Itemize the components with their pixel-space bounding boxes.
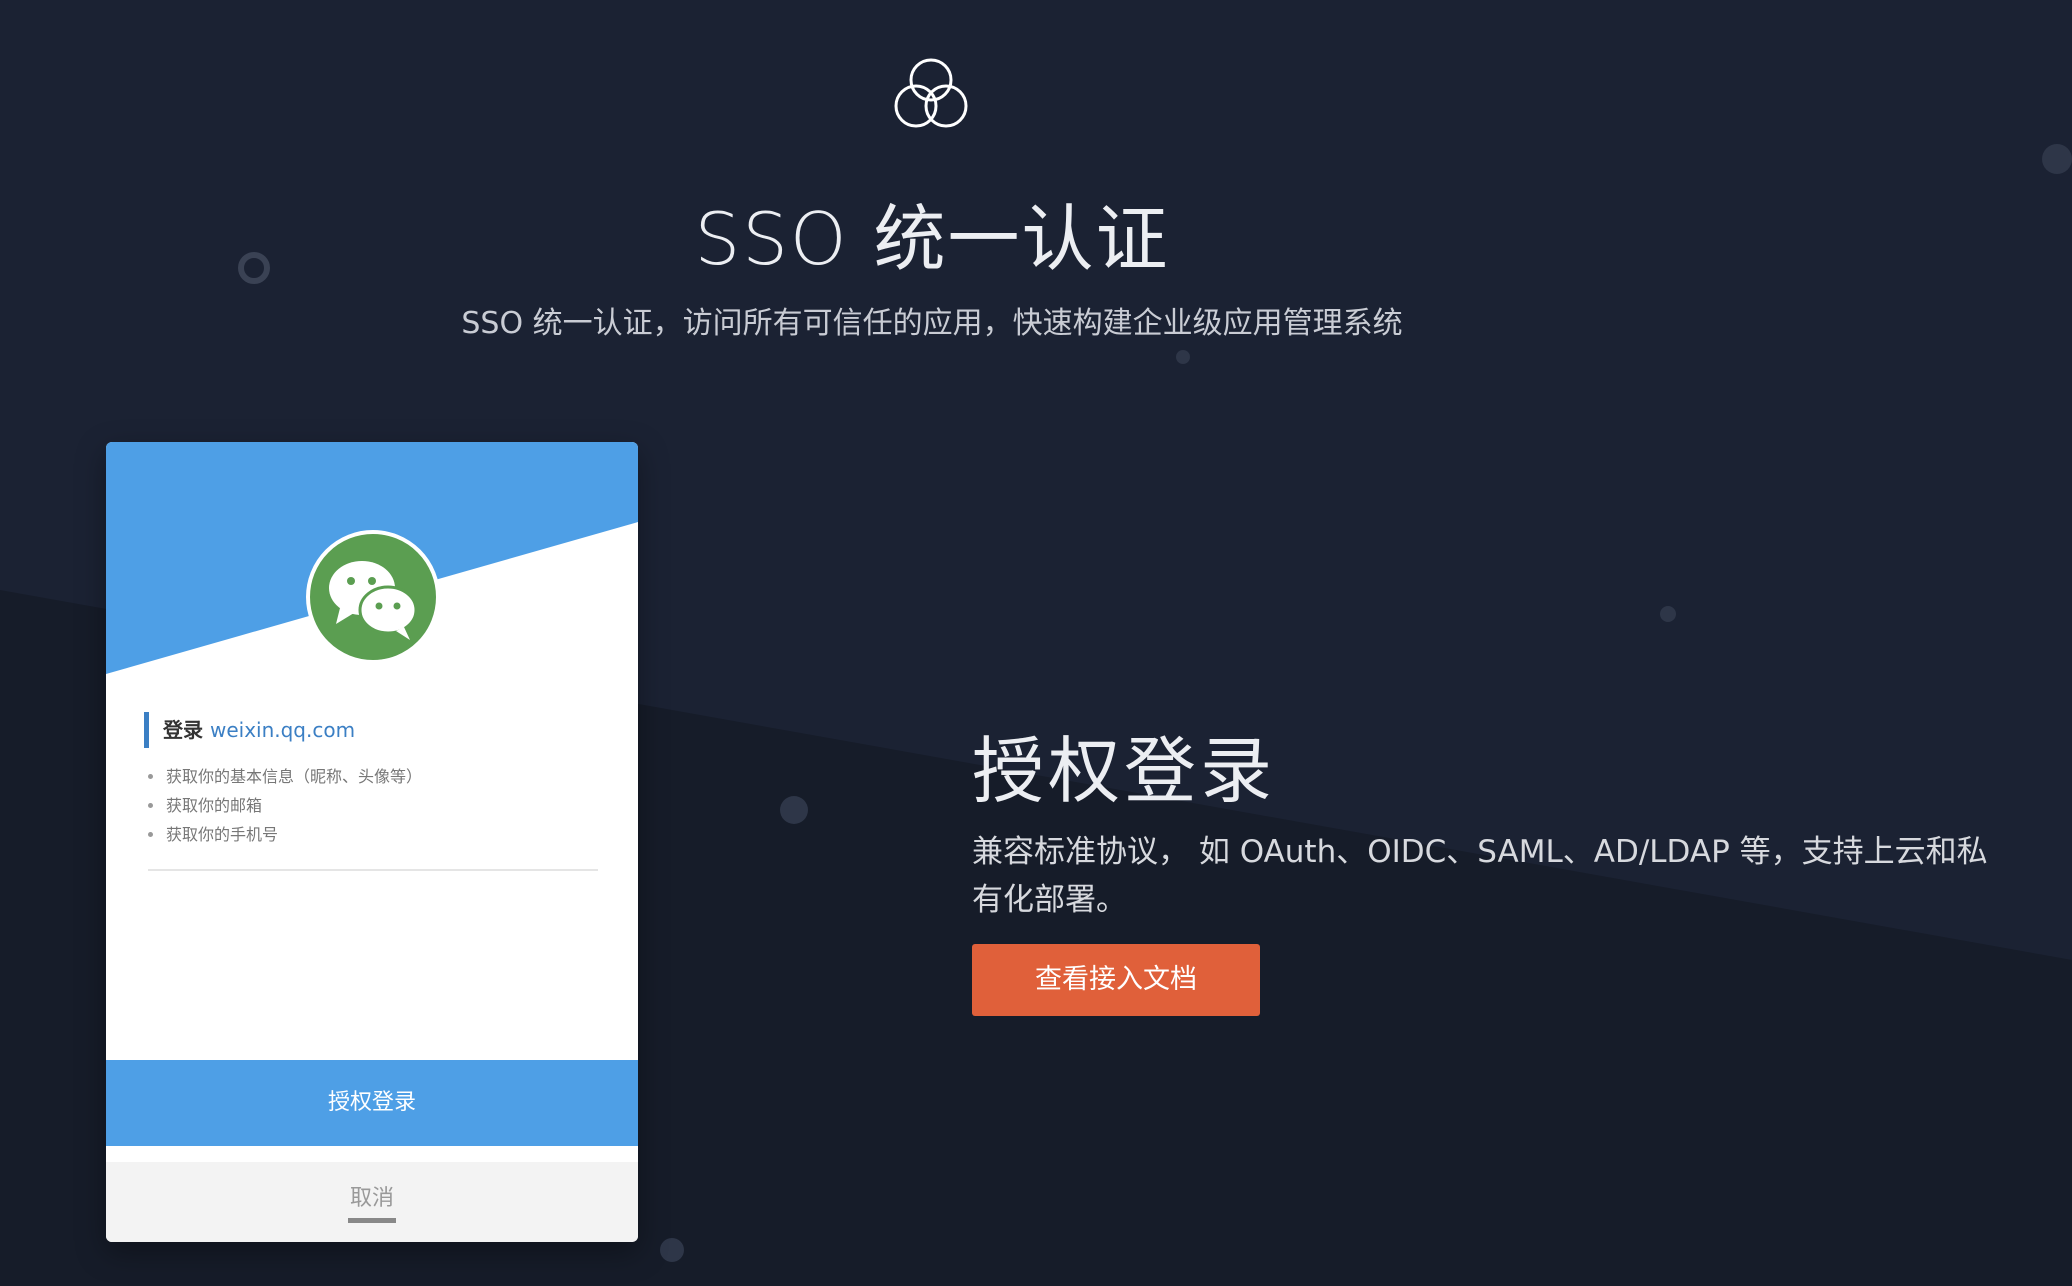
login-domain: weixin.qq.com <box>209 718 356 742</box>
login-prefix: 登录 <box>163 718 203 742</box>
permission-item: 获取你的邮箱 <box>146 791 422 820</box>
cancel-area: 取消 <box>106 1162 638 1242</box>
divider <box>148 869 598 871</box>
landing-page: SSO 统一认证 SSO 统一认证，访问所有可信任的应用，快速构建企业级应用管理… <box>0 0 2072 1286</box>
overlapping-circles-icon <box>894 58 968 128</box>
page-title: SSO 统一认证 <box>694 197 1170 281</box>
permission-list: 获取你的基本信息（昵称、头像等） 获取你的邮箱 获取你的手机号 <box>146 762 422 849</box>
decorative-dot <box>1660 606 1676 622</box>
view-docs-button[interactable]: 查看接入文档 <box>972 944 1260 1016</box>
authorize-login-button[interactable]: 授权登录 <box>106 1060 638 1146</box>
decorative-dot <box>2042 144 2072 174</box>
wechat-icon <box>306 530 440 664</box>
wechat-auth-card: 登录 weixin.qq.com 获取你的基本信息（昵称、头像等） 获取你的邮箱… <box>106 442 638 1242</box>
cancel-button[interactable]: 取消 <box>348 1180 396 1223</box>
permission-item: 获取你的手机号 <box>146 820 422 849</box>
decorative-dot <box>660 1238 684 1262</box>
decorative-dot <box>780 796 808 824</box>
permission-item: 获取你的基本信息（昵称、头像等） <box>146 762 422 791</box>
feature-description: 兼容标准协议， 如 OAuth、OIDC、SAML、AD/LDAP 等，支持上云… <box>972 834 1988 918</box>
decorative-dot <box>1176 350 1190 364</box>
login-target-heading: 登录 weixin.qq.com <box>144 712 355 748</box>
feature-title: 授权登录 <box>972 729 1277 813</box>
page-subtitle: SSO 统一认证，访问所有可信任的应用，快速构建企业级应用管理系统 <box>461 306 1403 341</box>
